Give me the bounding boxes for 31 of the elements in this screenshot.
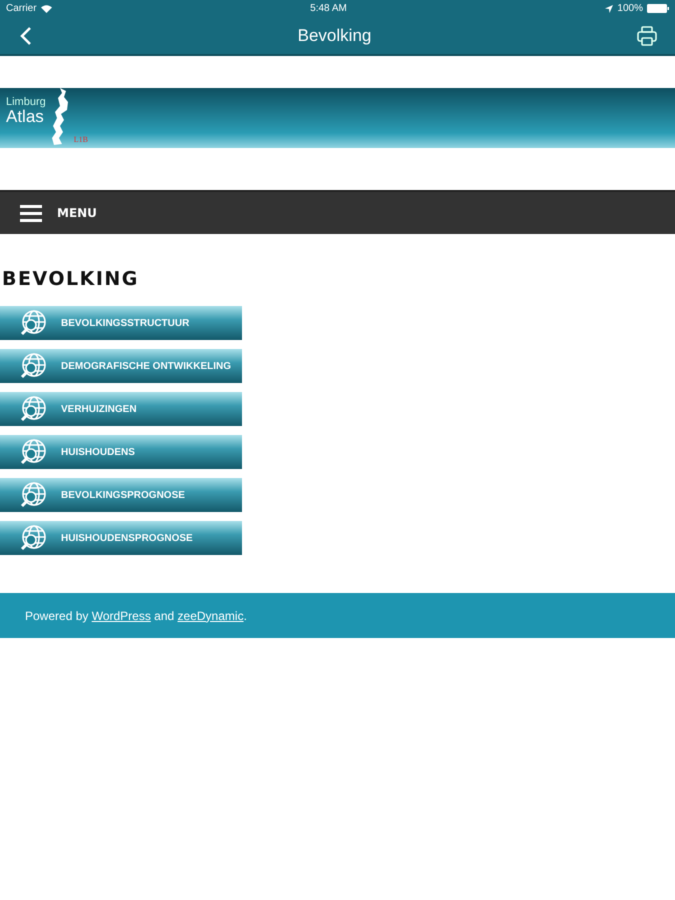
location-arrow-icon [605,4,614,12]
wifi-icon [40,4,52,12]
footer-link[interactable]: zeeDynamic [178,608,244,622]
globe-search-icon [19,524,47,552]
nav-title: Bevolking [298,26,372,46]
battery-icon [647,4,669,13]
back-icon[interactable] [20,26,32,46]
status-time: 5:48 AM [310,3,347,14]
battery-percent: 100% [617,3,643,14]
category-button[interactable]: BEVOLKINGSSTRUCTUUR [0,306,242,340]
globe-search-icon [19,352,47,380]
printer-icon[interactable] [637,26,657,46]
category-button[interactable]: HUISHOUDENS [0,435,242,469]
logo-text: Atlas [6,108,44,126]
province-map-icon [52,88,68,145]
category-button[interactable]: HUISHOUDENSPROGNOSE [0,521,242,555]
category-button[interactable]: DEMOGRAFISCHE ONTWIKKELING [0,349,242,383]
globe-search-icon [19,481,47,509]
category-button[interactable]: BEVOLKINGSPROGNOSE [0,478,242,512]
globe-search-icon [19,395,47,423]
menu-link[interactable]: MENU [57,206,97,220]
page-heading: BEVOLKING [2,268,140,290]
globe-search-icon [19,309,47,337]
logo-tag: L1B [74,135,88,144]
logo-text: Limburg [6,96,46,108]
menu-icon[interactable] [20,204,42,222]
category-button[interactable]: VERHUIZINGEN [0,392,242,426]
carrier-label: Carrier [6,3,37,14]
footer-link[interactable]: WordPress [92,608,151,622]
footer-text: Powered by WordPress and zeeDynamic. [25,608,247,622]
globe-search-icon [19,438,47,466]
